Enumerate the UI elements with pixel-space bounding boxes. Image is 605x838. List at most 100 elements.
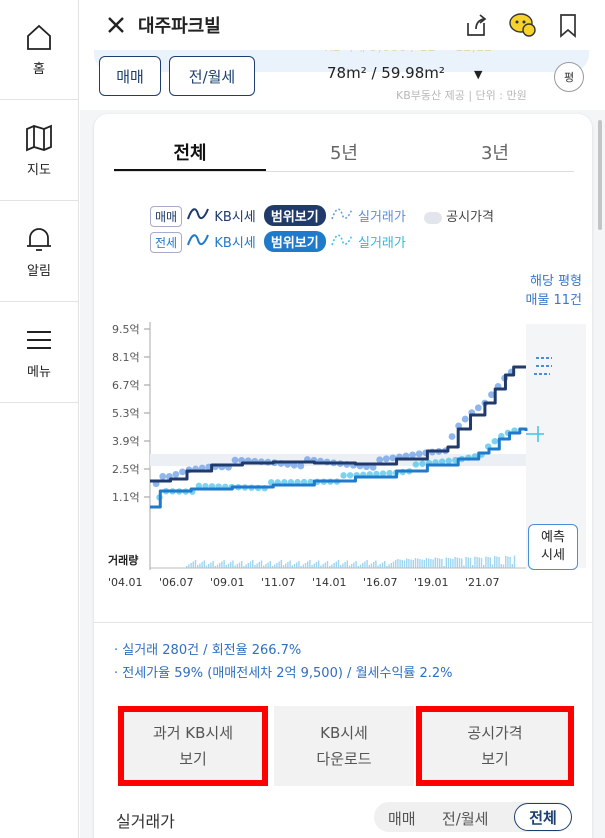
trade-section-title: 실거래가 — [116, 812, 175, 831]
close-icon[interactable] — [104, 13, 128, 37]
volume-bar — [502, 564, 505, 568]
sale-range-toggle[interactable]: 범위보기 — [263, 205, 326, 226]
forecast-price-button[interactable]: 예측 시세 — [528, 524, 578, 570]
volume-bar — [201, 562, 203, 568]
chat-icon[interactable] — [508, 11, 536, 39]
volume-bar — [434, 557, 436, 568]
y-tick-label: 8.1억 — [112, 351, 140, 364]
sidebar-item-map[interactable]: 지도 — [0, 101, 78, 201]
volume-bar — [421, 559, 423, 568]
volume-bar — [245, 564, 247, 568]
stat-trade-count: · 실거래 280건 / 회전율 266.7% — [114, 643, 302, 658]
volume-bar — [353, 562, 355, 568]
listing-count-note[interactable]: 해당 평형 매물 11건 — [525, 272, 582, 310]
volume-bar — [511, 564, 513, 568]
legend-sale-tag: 매매 — [150, 206, 183, 227]
volume-bar — [355, 561, 357, 568]
sidebar-item-label: 알림 — [27, 264, 51, 279]
bookmark-icon[interactable] — [554, 11, 582, 39]
unit-toggle-button[interactable]: 평 — [554, 62, 584, 92]
volume-bar — [403, 560, 406, 568]
tab-3-years[interactable]: 3년 — [435, 139, 555, 165]
volume-bar — [351, 564, 353, 568]
volume-bar — [188, 564, 190, 568]
x-tick-label: '04.01 — [108, 576, 143, 589]
volume-bar — [478, 557, 480, 568]
volume-bar — [469, 558, 472, 568]
trade-option-sale[interactable]: 매매 — [388, 808, 416, 829]
public-price-button[interactable]: 공시가격 보기 — [416, 706, 574, 786]
menu-icon — [27, 331, 51, 349]
share-icon[interactable] — [462, 11, 490, 39]
volume-bar — [230, 562, 232, 568]
scrollbar[interactable] — [598, 120, 602, 230]
volume-bar — [203, 560, 205, 568]
volume-bar — [280, 560, 282, 568]
volume-bar — [337, 560, 340, 568]
volume-bar — [210, 562, 212, 568]
legend-public-price[interactable]: 공시가격 — [446, 210, 494, 225]
volume-bar — [465, 557, 467, 568]
volume-bar — [236, 564, 238, 568]
public-price-swatch — [424, 211, 442, 224]
volume-bar — [458, 558, 461, 568]
sidebar-item-menu[interactable]: 메뉴 — [0, 303, 78, 403]
main-panel: KB시세 5,000 / 12 ~ 12,12 매매 전/월세 78m² / 5… — [80, 0, 605, 838]
forecast-line1: 예측 — [541, 530, 565, 545]
volume-bar — [208, 564, 210, 568]
lease-range-toggle[interactable]: 범위보기 — [263, 231, 326, 252]
volume-bar — [384, 561, 386, 568]
legend-sale: 매매 KB시세 범위보기 실거래가 공시가격 — [150, 205, 494, 227]
volume-bar — [456, 557, 458, 568]
past-kb-price-button[interactable]: 과거 KB시세 보기 — [118, 706, 268, 786]
volume-bar — [423, 560, 425, 568]
volume-bar — [366, 560, 368, 568]
x-tick-label: '14.01 — [312, 576, 347, 589]
volume-bar — [221, 561, 223, 568]
page-title: 대주파크빌 — [138, 16, 221, 37]
volume-bar — [417, 558, 419, 568]
tab-all[interactable]: 전체 — [130, 139, 250, 165]
sale-actual-point — [231, 456, 239, 464]
filter-bar: KB시세 5,000 / 12 ~ 12,12 매매 전/월세 78m² / 5… — [80, 42, 605, 110]
volume-bar — [491, 564, 494, 568]
legend-lease: 전세 KB시세 범위보기 실거래가 — [150, 231, 406, 253]
action-label: 다운로드 — [316, 750, 372, 768]
volume-bar — [474, 556, 476, 568]
volume-bar — [324, 562, 326, 568]
volume-bar — [370, 563, 373, 568]
lease-actual-point — [346, 472, 354, 479]
volume-bar — [227, 563, 230, 568]
sale-filter-button[interactable]: 매매 — [99, 56, 161, 96]
sidebar-item-alerts[interactable]: 알림 — [0, 202, 78, 302]
kb-price-download-button[interactable]: KB시세 다운로드 — [274, 706, 414, 786]
lease-actual-point — [419, 460, 426, 467]
lease-actual-point — [445, 457, 452, 465]
volume-bar — [388, 564, 390, 568]
y-tick-label: 2.5억 — [112, 463, 140, 476]
volume-bar — [276, 563, 278, 568]
volume-label: 거래량 — [108, 553, 138, 567]
volume-bar — [379, 564, 381, 568]
tab-divider — [114, 171, 574, 172]
volume-bar — [331, 564, 333, 568]
volume-bar — [425, 558, 428, 568]
volume-bar — [414, 558, 417, 568]
tab-5-years[interactable]: 5년 — [284, 139, 404, 165]
volume-bar — [509, 557, 511, 568]
volume-bar — [219, 563, 221, 568]
trade-option-lease[interactable]: 전/월세 — [442, 808, 488, 829]
volume-bar — [342, 563, 344, 568]
legend-sale-kb: KB시세 — [214, 210, 256, 225]
source-note: KB부동산 제공 | 단위 : 만원 — [396, 89, 527, 102]
sale-actual-point — [376, 456, 384, 464]
sidebar-item-home[interactable]: 홈 — [0, 0, 78, 100]
trade-option-all[interactable]: 전체 — [514, 803, 572, 831]
chevron-down-icon[interactable]: ▼ — [474, 68, 482, 81]
sale-actual-point — [448, 433, 456, 440]
lease-filter-button[interactable]: 전/월세 — [169, 56, 255, 96]
unit-toggle-label: 평 — [563, 71, 575, 84]
area-select[interactable]: 78m² / 59.98m² — [327, 64, 445, 82]
y-tick-label: 6.7억 — [112, 379, 140, 392]
volume-bar — [322, 564, 324, 568]
